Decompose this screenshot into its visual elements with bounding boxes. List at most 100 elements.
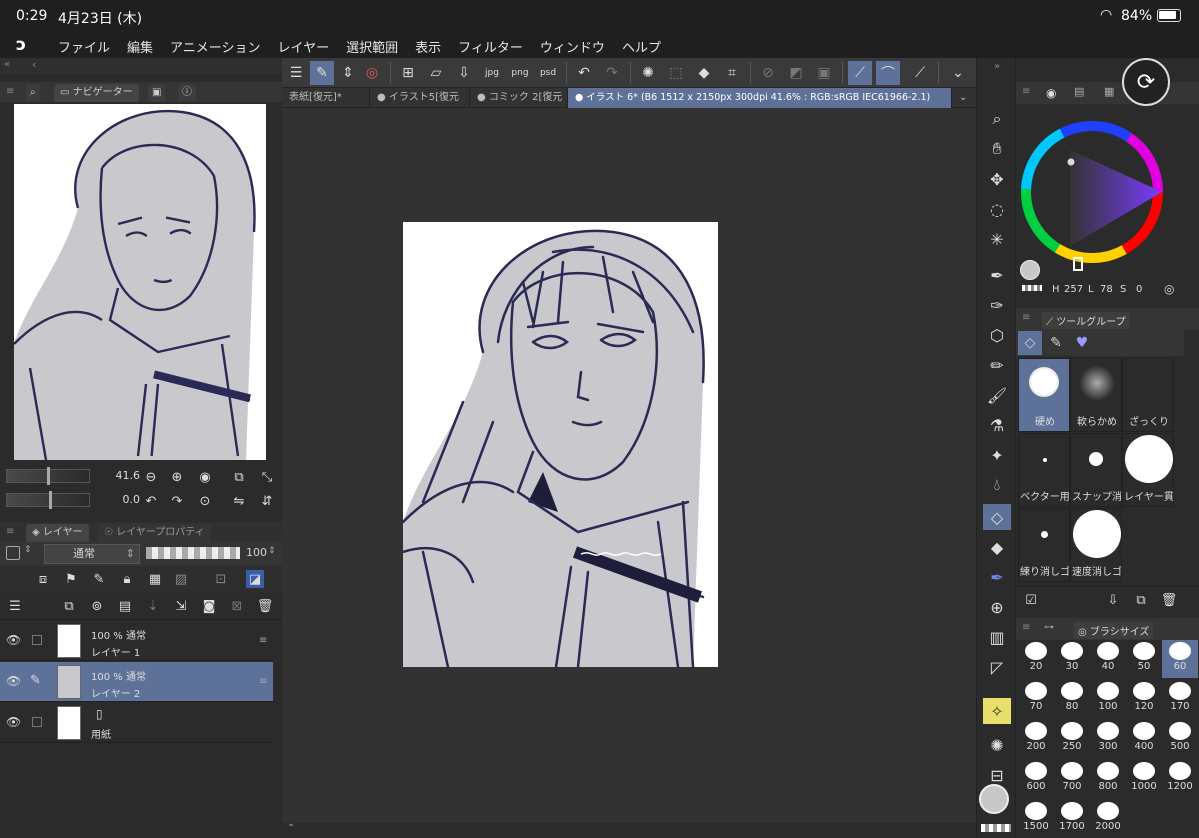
figure-tool-icon[interactable]: ⊕ bbox=[983, 594, 1011, 620]
eyedropper-tool-icon[interactable]: ✒ bbox=[983, 262, 1011, 288]
clip-layer-icon[interactable]: ⧈ bbox=[34, 570, 52, 588]
lasso-tool-icon[interactable]: ◌ bbox=[983, 196, 1011, 222]
blend-tool-icon[interactable]: 💧︎ bbox=[983, 472, 1011, 498]
deselect-icon[interactable]: ⊘ bbox=[756, 61, 780, 85]
tab-document-2[interactable]: ● イラスト5[復元 bbox=[370, 88, 470, 108]
heart-icon[interactable]: ♥ bbox=[1070, 331, 1094, 355]
layer-list-icon[interactable]: ☰ bbox=[6, 597, 24, 615]
pencil-icon[interactable]: ✎ bbox=[1044, 331, 1068, 355]
delete-brush-icon[interactable]: 🗑︎ bbox=[1160, 591, 1178, 609]
zoom-in-icon[interactable]: ⊕ bbox=[168, 468, 186, 486]
brush-preset[interactable]: 硬め bbox=[1018, 358, 1070, 432]
chevron-up-icon[interactable]: ⌃ bbox=[287, 823, 295, 834]
ruler-icon[interactable]: ⊡ bbox=[212, 570, 230, 588]
menu-edit[interactable]: 編集 bbox=[127, 37, 153, 56]
tab-document-active[interactable]: ● イラスト 6* (B6 1512 x 2150px 300dpi 41.6%… bbox=[568, 88, 952, 108]
color-main-swatch[interactable] bbox=[1020, 260, 1040, 280]
brush-size-item[interactable]: 800 bbox=[1090, 760, 1126, 798]
eye-icon[interactable]: 👁︎ bbox=[6, 633, 21, 647]
brush-preset[interactable]: レイヤー貫 bbox=[1122, 433, 1174, 507]
brush-size-item[interactable]: 2000 bbox=[1090, 800, 1126, 838]
brush-size-item-selected[interactable]: 60 bbox=[1162, 640, 1198, 678]
flip-vertical-icon[interactable]: ⇵ bbox=[258, 492, 276, 510]
brush-size-item[interactable]: 500 bbox=[1162, 720, 1198, 758]
brush-size-item[interactable]: 170 bbox=[1162, 680, 1198, 718]
brush-size-item[interactable]: 120 bbox=[1126, 680, 1162, 718]
collapse-icon[interactable]: » bbox=[983, 58, 1011, 74]
layer-menu-icon[interactable]: ≡ bbox=[259, 676, 267, 687]
rotate-right-icon[interactable]: ↷ bbox=[168, 492, 186, 510]
duplicate-brush-icon[interactable]: ⧉ bbox=[1132, 591, 1150, 609]
open-file-icon[interactable]: ▱ bbox=[424, 61, 448, 85]
brush-preset[interactable]: ざっくり bbox=[1122, 358, 1174, 432]
layer-checkbox[interactable] bbox=[32, 635, 42, 645]
special-ruler-snap-icon[interactable]: ⌒ bbox=[876, 61, 900, 85]
color-mode-icon[interactable]: ◎ bbox=[1164, 282, 1174, 296]
speedline-tool-icon[interactable]: ✺ bbox=[983, 732, 1011, 758]
collapse-icon[interactable]: « bbox=[4, 59, 10, 70]
redo-icon[interactable]: ↷ bbox=[600, 61, 624, 85]
rotate-left-icon[interactable]: ↶ bbox=[142, 492, 160, 510]
clip-studio-icon[interactable]: ◎ bbox=[360, 61, 384, 85]
pencil-tool-icon[interactable]: ✏︎ bbox=[983, 352, 1011, 378]
sync-icon[interactable]: ⟳ bbox=[1122, 58, 1170, 106]
brush-size-item[interactable]: 1200 bbox=[1162, 760, 1198, 798]
rotate-slider[interactable] bbox=[6, 491, 90, 509]
color-slider-tab-icon[interactable]: ▤ bbox=[1074, 85, 1084, 98]
save-icon[interactable]: ⇩ bbox=[452, 61, 476, 85]
brush-size-item[interactable]: 300 bbox=[1090, 720, 1126, 758]
brush-size-item[interactable]: 30 bbox=[1054, 640, 1090, 678]
color-wheel[interactable] bbox=[1018, 108, 1166, 276]
selection-border-icon[interactable]: ▣ bbox=[812, 61, 836, 85]
reset-rotation-icon[interactable]: ⊙ bbox=[196, 492, 214, 510]
reference-layer-icon[interactable]: ⚑ bbox=[62, 570, 80, 588]
draft-layer-icon[interactable]: ✎ bbox=[90, 570, 108, 588]
hand-tool-icon[interactable]: ✋︎ bbox=[983, 136, 1011, 162]
brush-size-item[interactable]: 70 bbox=[1018, 680, 1054, 718]
brush-size-item[interactable]: 80 bbox=[1054, 680, 1090, 718]
fill-tool-icon[interactable]: ◆ bbox=[983, 534, 1011, 560]
fill-icon[interactable]: ◆ bbox=[692, 61, 716, 85]
tab-document-1[interactable]: 表紙[復元]* bbox=[282, 88, 370, 108]
tab-document-3[interactable]: ● コミック 2[復元 bbox=[470, 88, 568, 108]
layer-row[interactable]: 👁︎ ✎ 100 % 通常 レイヤー 2 ≡ bbox=[0, 662, 273, 702]
color-set-tab-icon[interactable]: ▦ bbox=[1104, 85, 1114, 98]
layer-row[interactable]: 👁︎ ▯ 用紙 bbox=[0, 703, 273, 743]
menu-view[interactable]: 表示 bbox=[415, 37, 441, 56]
brush-tool-icon[interactable]: 🖌︎ bbox=[983, 382, 1011, 408]
transfer-down-icon[interactable]: ⇣ bbox=[144, 597, 162, 615]
navigator-preview[interactable] bbox=[14, 104, 266, 460]
zoom-out-icon[interactable]: ⊖ bbox=[142, 468, 160, 486]
export-psd-icon[interactable]: psd bbox=[536, 61, 560, 85]
brush-size-item[interactable]: 1500 bbox=[1018, 800, 1054, 838]
tab-layer[interactable]: ◈ レイヤー bbox=[26, 524, 89, 542]
layer-menu-icon[interactable]: ≡ bbox=[259, 635, 267, 646]
blend-mode-select[interactable]: 通常 ⇕ bbox=[44, 544, 140, 564]
airbrush-tool-icon[interactable]: ⚗ bbox=[983, 412, 1011, 438]
mask-icon[interactable]: ▨ bbox=[172, 570, 190, 588]
brush-preset[interactable]: 速度消しゴ bbox=[1070, 508, 1122, 582]
menu-animation[interactable]: アニメーション bbox=[170, 37, 260, 56]
pen-tool-icon[interactable]: ✑ bbox=[983, 292, 1011, 318]
brush-size-item[interactable]: 250 bbox=[1054, 720, 1090, 758]
brush-size-item[interactable]: 1700 bbox=[1054, 800, 1090, 838]
eraser-icon[interactable]: ◇ bbox=[1018, 331, 1042, 355]
new-raster-layer-icon[interactable]: ⧉ bbox=[60, 597, 78, 615]
brush-size-item[interactable]: 200 bbox=[1018, 720, 1054, 758]
decoration-tool-icon[interactable]: ✦ bbox=[983, 442, 1011, 468]
vector-tool-icon[interactable]: ✒ bbox=[983, 564, 1011, 590]
export-jpg-icon[interactable]: jpg bbox=[480, 61, 504, 85]
brush-size-item[interactable]: 400 bbox=[1126, 720, 1162, 758]
tool-property-tab-icon[interactable]: ⊶ bbox=[1044, 622, 1054, 633]
loading-icon[interactable]: ✺ bbox=[636, 61, 660, 85]
zoom-tool-icon[interactable]: ⌕ bbox=[983, 106, 1011, 132]
tab-info-icon[interactable]: ▣ bbox=[148, 84, 166, 102]
layer-row[interactable]: 👁︎ 100 % 通常 レイヤー 1 ≡ bbox=[0, 621, 273, 661]
main-color-swatch[interactable] bbox=[979, 784, 1009, 814]
menu-window[interactable]: ウィンドウ bbox=[540, 37, 605, 56]
brush-preset[interactable]: スナップ消 bbox=[1070, 433, 1122, 507]
drawing-canvas[interactable] bbox=[403, 220, 718, 669]
eraser-tool-icon[interactable]: ◇ bbox=[983, 504, 1011, 530]
brush-size-tab[interactable]: ◎ ブラシサイズ bbox=[1074, 622, 1154, 639]
brush-preset[interactable]: ベクター用 bbox=[1018, 433, 1070, 507]
